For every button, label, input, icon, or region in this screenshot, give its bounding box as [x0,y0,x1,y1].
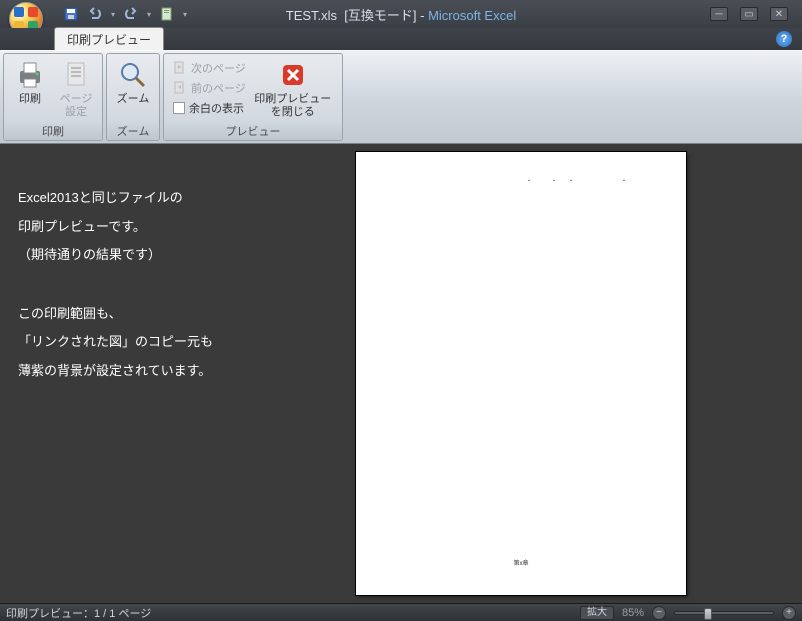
page-icon [159,6,175,22]
tab-label: 印刷プレビュー [67,33,151,47]
qat-undo-button[interactable] [84,4,106,24]
title-mode: [互換モード] [344,8,416,23]
prev-page-button: 前のページ [169,79,250,97]
quick-access-toolbar: ▾ ▾ ▾ [60,4,190,24]
explain-line: 薄紫の背景が設定されています。 [18,357,230,386]
checkbox-icon [173,102,185,114]
title-bar: ▾ ▾ ▾ TEST.xls [互換モード] - Microsoft Excel… [0,0,802,28]
qat-extra-button[interactable] [156,4,178,24]
page-setup-button[interactable]: ページ 設定 [55,57,97,118]
close-icon [277,59,309,91]
office-button[interactable] [6,0,46,28]
ribbon: 印刷 ページ 設定 印刷 ズーム ズーム 次のページ [0,50,802,144]
magnifier-icon [117,59,149,91]
title-file: TEST.xls [286,8,337,23]
zoom-slider[interactable] [674,611,774,615]
status-bar: 印刷プレビュー：1 / 1 ページ 拡大 85% − + [0,603,802,621]
qat-redo-dropdown[interactable]: ▾ [144,10,154,19]
window-controls: ─ ▭ ✕ [710,7,802,21]
explain-line: 「リンクされた図」のコピー元も [18,328,230,357]
show-margins-checkbox[interactable]: 余白の表示 [169,99,250,117]
prev-page-icon [173,81,187,95]
explain-line: （期待通りの結果です） [18,241,230,270]
help-icon[interactable]: ? [776,31,792,47]
explain-line: Excel2013と同じファイルの [18,184,230,213]
tab-print-preview[interactable]: 印刷プレビュー [54,27,164,50]
zoom-out-button[interactable]: − [652,606,666,620]
zoom-in-button[interactable]: + [782,606,796,620]
close-preview-button[interactable]: 印刷プレビュー を閉じる [254,57,332,118]
printer-icon [14,59,46,91]
minimize-button[interactable]: ─ [710,7,728,21]
zoom-slider-thumb[interactable] [704,608,712,620]
group-preview-label: プレビュー [164,122,342,140]
qat-undo-dropdown[interactable]: ▾ [108,10,118,19]
zoom-percent: 85% [622,607,644,619]
explain-line: 印刷プレビューです。 [18,213,230,242]
next-page-button: 次のページ [169,59,250,77]
qat-customize-dropdown[interactable]: ▾ [180,10,190,19]
group-print: 印刷 ページ 設定 印刷 [3,53,103,141]
group-zoom-label: ズーム [107,122,159,140]
preview-viewport[interactable]: ・ ・ ・ ・ 第x章 [240,144,802,603]
title-app: Microsoft Excel [428,8,516,23]
save-icon [63,6,79,22]
next-page-icon [173,61,187,75]
close-button[interactable]: ✕ [770,7,788,21]
group-preview: 次のページ 前のページ 余白の表示 印刷プレビュー を閉じる プレビュー [163,53,343,141]
group-print-label: 印刷 [4,122,102,140]
ribbon-tabs: 印刷プレビュー ? [0,28,802,50]
redo-icon [123,6,139,22]
preview-page: ・ ・ ・ ・ 第x章 [356,152,686,595]
content-area: Excel2013と同じファイルの 印刷プレビューです。 （期待通りの結果です）… [0,144,802,603]
maximize-button[interactable]: ▭ [740,7,758,21]
print-button[interactable]: 印刷 [9,57,51,106]
zoom-button[interactable]: ズーム [112,57,154,106]
window-title: TEST.xls [互換モード] - Microsoft Excel [286,5,516,24]
explanation-overlay: Excel2013と同じファイルの 印刷プレビューです。 （期待通りの結果です）… [0,144,240,603]
explain-line: この印刷範囲も、 [18,300,230,329]
zoom-mode-button[interactable]: 拡大 [580,606,614,620]
status-left: 印刷プレビュー：1 / 1 ページ [6,605,151,621]
page-footer-text: 第x章 [513,558,528,567]
qat-save-button[interactable] [60,4,82,24]
qat-redo-button[interactable] [120,4,142,24]
undo-icon [87,6,103,22]
page-setup-icon [60,59,92,91]
group-zoom: ズーム ズーム [106,53,160,141]
